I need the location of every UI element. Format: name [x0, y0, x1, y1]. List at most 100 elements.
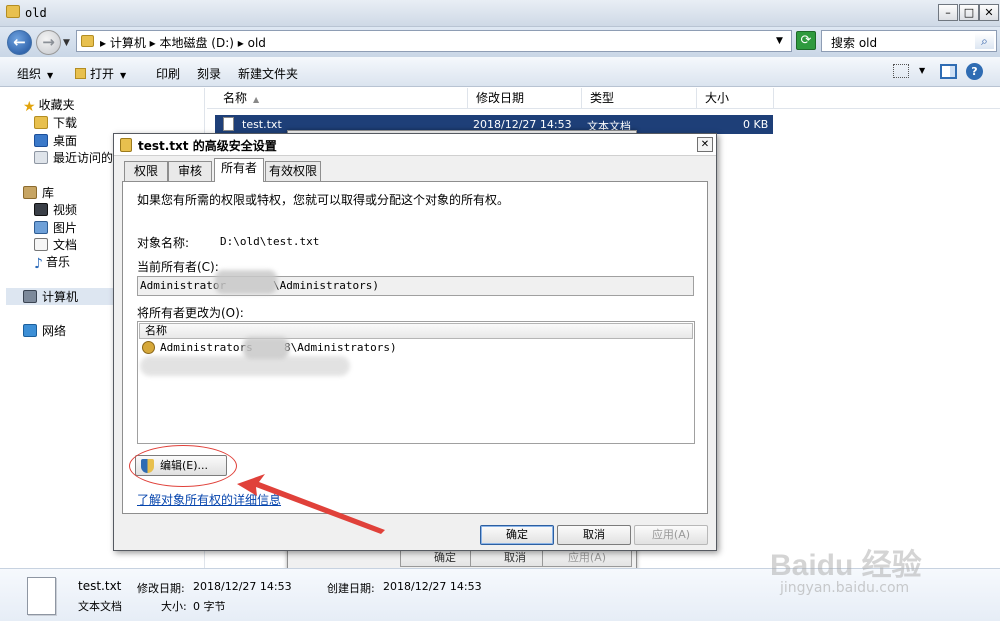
current-owner-value-suffix: \Administrators) — [273, 279, 379, 292]
address-dropdown-icon[interactable]: ▼ — [776, 36, 783, 46]
nav-label: 计算机 — [42, 290, 79, 304]
details-modified: 2018/12/27 14:53 — [193, 580, 292, 593]
history-dropdown-icon[interactable]: ▼ — [63, 38, 70, 48]
file-name: test.txt — [242, 118, 282, 131]
redaction-blur — [215, 270, 277, 294]
tab-owner[interactable]: 所有者 — [214, 158, 264, 182]
column-header-name[interactable]: 名称 ▲ — [215, 88, 468, 109]
window-title: old — [25, 6, 47, 20]
column-label: 名称 — [223, 91, 248, 105]
organize-menu[interactable]: 组织 ▼ — [17, 65, 53, 82]
dialog-close-button[interactable]: ✕ — [697, 137, 713, 152]
column-header-modified[interactable]: 修改日期 — [468, 88, 582, 109]
breadcrumb[interactable]: ▸ 计算机 ▸ 本地磁盘 (D:) ▸ old — [100, 34, 266, 51]
help-icon[interactable]: ? — [966, 63, 983, 80]
redaction-blur — [140, 356, 350, 376]
desktop-icon — [34, 134, 48, 147]
tab-permissions[interactable]: 权限 — [124, 161, 168, 181]
column-header-type[interactable]: 类型 — [582, 88, 697, 109]
details-modified-label: 修改日期: — [137, 582, 185, 595]
tab-auditing[interactable]: 审核 — [168, 161, 212, 181]
nav-label: 桌面 — [53, 134, 78, 148]
current-owner-value: Administrator — [140, 279, 227, 292]
ok-button[interactable]: 确定 — [480, 525, 554, 545]
star-icon: ★ — [23, 99, 36, 115]
command-bar — [0, 57, 1000, 87]
folder-icon — [81, 35, 94, 47]
close-button[interactable]: ✕ — [979, 4, 999, 21]
view-options-icon[interactable] — [893, 64, 909, 78]
list-column-header-name[interactable]: 名称 — [139, 323, 693, 339]
owner-list-item-administrators[interactable]: Administrators 8\Administrators) — [160, 341, 397, 354]
network-icon — [23, 324, 37, 337]
annotation-arrow — [237, 474, 385, 534]
nav-item-pictures[interactable]: 图片 — [34, 219, 77, 236]
nav-label: 库 — [42, 186, 55, 200]
window-titlebar: old — [0, 0, 1000, 27]
new-folder-button[interactable]: 新建文件夹 — [238, 65, 298, 82]
nav-item-videos[interactable]: 视频 — [34, 201, 77, 218]
text-file-icon — [27, 577, 56, 615]
object-name-label: 对象名称: — [137, 236, 190, 250]
nav-label: 图片 — [53, 221, 78, 235]
nav-item-recent[interactable]: 最近访问的 — [34, 149, 113, 166]
preview-pane-icon[interactable] — [940, 64, 957, 79]
details-created-label: 创建日期: — [327, 582, 375, 595]
music-icon: ♪ — [34, 256, 43, 272]
maximize-button[interactable]: □ — [959, 4, 979, 21]
forward-button[interactable]: → — [36, 30, 61, 55]
details-type: 文本文档 — [78, 600, 122, 613]
open-button[interactable]: 打开 ▼ — [75, 65, 126, 82]
nav-label: 文档 — [53, 238, 78, 252]
tab-effective-permissions[interactable]: 有效权限 — [265, 161, 321, 181]
details-created: 2018/12/27 14:53 — [383, 580, 482, 593]
organize-label: 组织 — [17, 67, 42, 81]
owner-intro-text: 如果您有所需的权限或特权，您就可以取得或分配这个对象的所有权。 — [137, 193, 510, 207]
text-file-icon — [223, 117, 234, 131]
open-label: 打开 — [90, 67, 115, 81]
lock-icon — [120, 138, 132, 152]
refresh-button[interactable]: ⟳ — [796, 31, 816, 50]
address-input[interactable]: ▸ 计算机 ▸ 本地磁盘 (D:) ▸ old — [76, 30, 792, 52]
nav-item-desktop[interactable]: 桌面 — [34, 132, 77, 149]
print-button[interactable]: 印刷 — [156, 65, 180, 82]
picture-icon — [34, 221, 48, 234]
nav-item-network[interactable]: 网络 — [23, 322, 66, 339]
nav-label: 音乐 — [45, 255, 70, 269]
watermark-url: jingyan.baidu.com — [780, 580, 910, 596]
nav-item-computer[interactable]: 计算机 — [23, 288, 78, 305]
dialog-title: test.txt 的高级安全设置 — [138, 139, 277, 153]
nav-label: 下载 — [53, 116, 78, 130]
behind-apply-button[interactable]: 应用(A) — [542, 549, 632, 567]
minimize-button[interactable]: – — [938, 4, 958, 21]
burn-button[interactable]: 刻录 — [197, 65, 221, 82]
apply-button[interactable]: 应用(A) — [634, 525, 708, 545]
search-input[interactable]: 搜索 old ⌕ — [821, 30, 997, 52]
chevron-down-icon[interactable]: ▼ — [919, 66, 925, 75]
details-size: 0 字节 — [193, 600, 226, 613]
nav-item-downloads[interactable]: 下载 — [34, 114, 77, 131]
owner-candidate-list[interactable] — [137, 321, 695, 444]
folder-icon — [6, 5, 20, 18]
change-owner-label: 将所有者更改为(O): — [137, 306, 244, 320]
video-icon — [34, 203, 48, 216]
open-icon — [75, 68, 86, 79]
dialog-titlebar: test.txt 的高级安全设置 ✕ — [114, 134, 716, 156]
search-icon[interactable]: ⌕ — [975, 33, 994, 49]
object-name-value: D:\old\test.txt — [220, 235, 320, 248]
computer-icon — [23, 290, 37, 303]
nav-item-music[interactable]: ♪ 音乐 — [34, 253, 70, 272]
column-header-size[interactable]: 大小 — [697, 88, 774, 109]
current-owner-label: 当前所有者(C): — [137, 260, 219, 274]
user-group-icon — [142, 341, 155, 354]
back-button[interactable]: ← — [7, 30, 32, 55]
recent-places-icon — [34, 151, 48, 164]
annotation-circle — [129, 445, 237, 487]
nav-item-documents[interactable]: 文档 — [34, 236, 77, 253]
nav-item-favorites[interactable]: ★ 收藏夹 — [23, 96, 75, 115]
download-folder-icon — [34, 116, 48, 129]
sort-up-icon: ▲ — [253, 95, 260, 104]
cancel-button[interactable]: 取消 — [557, 525, 631, 545]
nav-item-libraries[interactable]: 库 — [23, 184, 54, 201]
document-icon — [34, 238, 48, 251]
